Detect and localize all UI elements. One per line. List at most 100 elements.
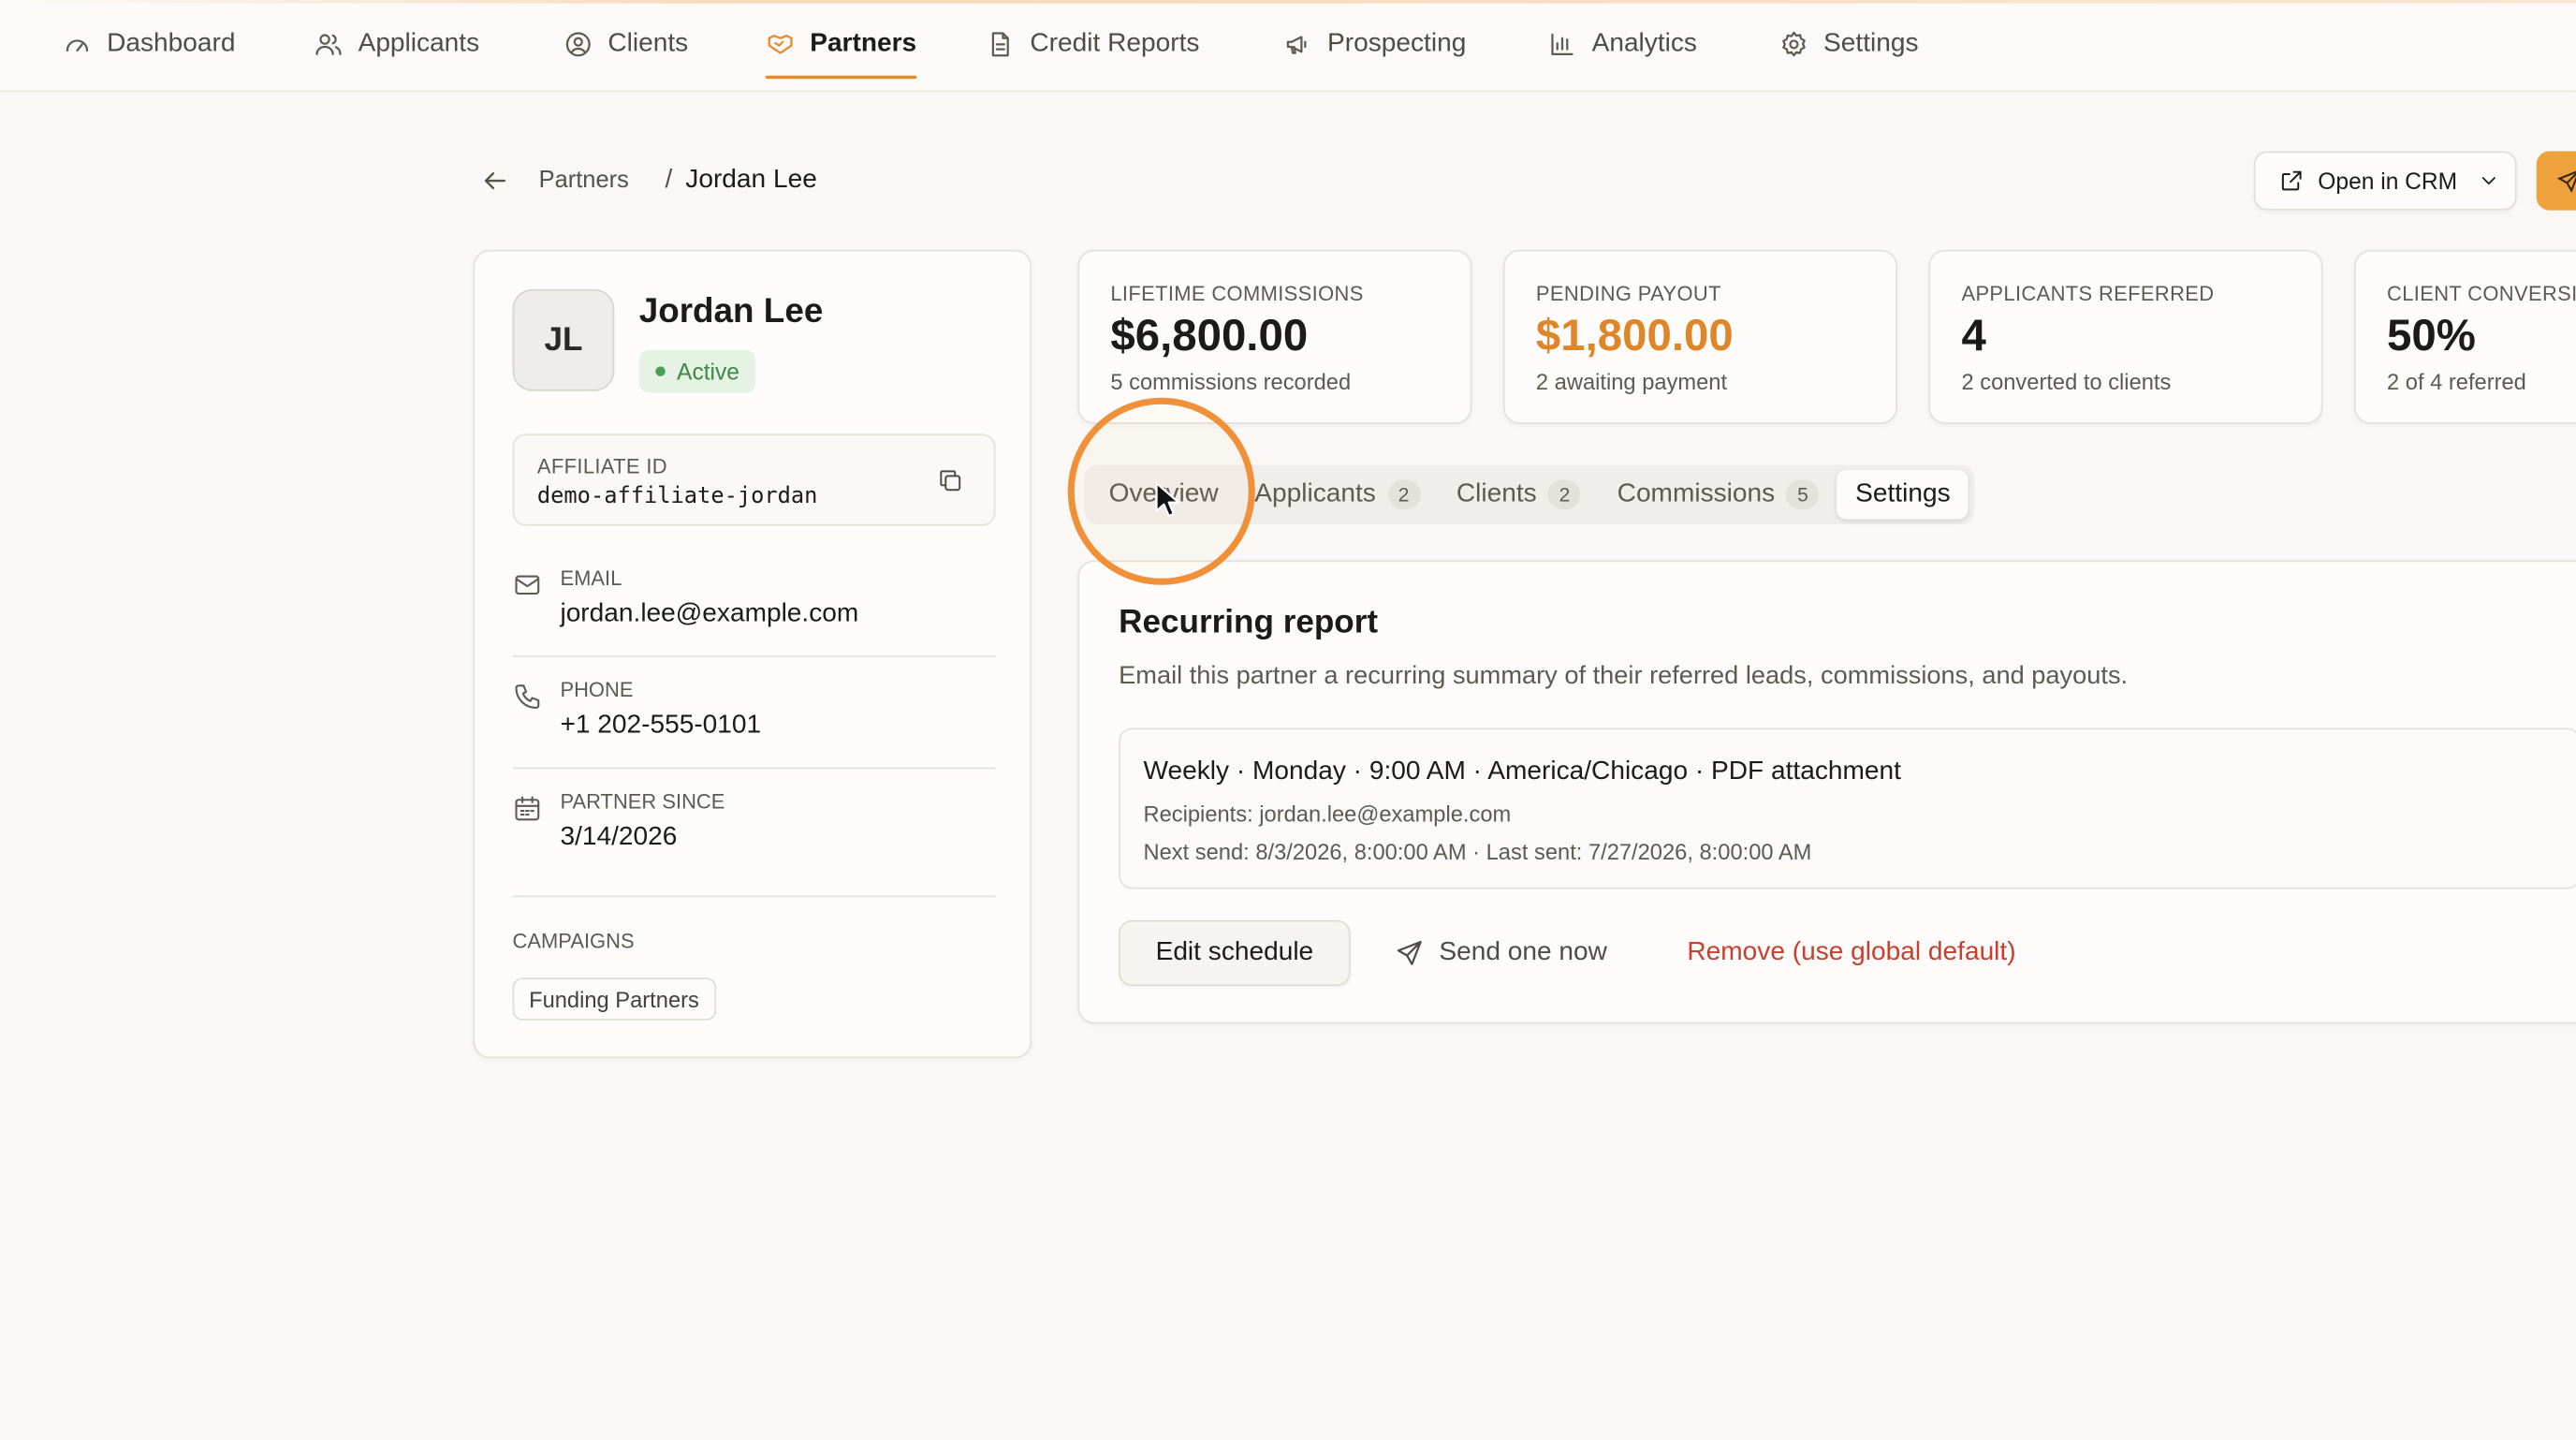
breadcrumb-current: Jordan Lee (685, 166, 817, 195)
status-dot-icon (655, 366, 666, 376)
recurring-report-description: Email this partner a recurring summary o… (1119, 662, 2129, 691)
email-value: jordan.lee@example.com (560, 599, 859, 628)
nav-item-prospecting[interactable]: Prospecting (1283, 23, 1467, 66)
schedule-recipients: Recipients: jordan.lee@example.com (1143, 801, 1512, 827)
handshake-icon (768, 35, 793, 54)
send-one-now-label: Send one now (1439, 938, 1607, 966)
campaign-chip[interactable]: Funding Partners (512, 977, 716, 1021)
bar-chart-icon (1551, 33, 1573, 56)
mouse-cursor-icon (1155, 481, 1180, 518)
calendar-icon (515, 796, 540, 821)
stat-card-applicants-referred: APPLICANTS REFERRED 4 2 converted to cli… (1928, 249, 2323, 424)
partner-since-value: 3/14/2026 (560, 823, 678, 852)
stat-label: CLIENT CONVERSIO (2387, 282, 2576, 306)
users-icon (315, 34, 342, 56)
stat-value: 4 (1961, 310, 1986, 360)
gauge-icon (66, 39, 89, 52)
breadcrumb-separator: / (665, 166, 673, 195)
top-accent-line (0, 0, 2576, 4)
partner-name: Jordan Lee (638, 292, 824, 331)
status-badge: Active (638, 349, 756, 393)
stat-value: $6,800.00 (1110, 310, 1309, 360)
status-label: Active (677, 358, 739, 385)
send-one-now-button[interactable]: Send one now (1395, 920, 1607, 986)
nav-item-partners[interactable]: Partners (765, 23, 917, 80)
nav-item-clients[interactable]: Clients (564, 23, 688, 66)
nav-item-label: Clients (607, 29, 689, 58)
nav-item-credit-reports[interactable]: Credit Reports (986, 23, 1199, 66)
remove-schedule-button[interactable]: Remove (use global default) (1687, 920, 2015, 986)
tab-settings[interactable]: Settings (1837, 469, 1969, 520)
send-icon (1397, 940, 1422, 965)
schedule-timing: Next send: 8/3/2026, 8:00:00 AM · Last s… (1143, 839, 1812, 865)
campaigns-label: CAMPAIGNS (512, 930, 635, 953)
nav-item-label: Partners (810, 29, 917, 58)
mail-icon (515, 575, 540, 595)
stat-value: $1,800.00 (1535, 310, 1734, 360)
tab-label: Settings (1855, 479, 1951, 508)
nav-item-applicants[interactable]: Applicants (314, 23, 479, 66)
send-action-button[interactable] (2536, 151, 2576, 211)
recurring-report-title: Recurring report (1119, 604, 1379, 641)
divider (512, 655, 996, 657)
chevron-down-icon (2481, 177, 2496, 184)
avatar: JL (512, 288, 615, 391)
nav-item-label: Prospecting (1327, 29, 1467, 58)
breadcrumb: Partners / Jordan Lee (479, 161, 817, 200)
recurring-report-panel: Recurring report Email this partner a re… (1077, 560, 2576, 1024)
stat-label: APPLICANTS REFERRED (1961, 282, 2215, 306)
stat-label: PENDING PAYOUT (1535, 282, 1721, 306)
nav-item-label: Settings (1823, 29, 1919, 58)
tab-label: Clients (1456, 479, 1537, 508)
schedule-summary-box: Weekly · Monday · 9:00 AM · America/Chic… (1119, 727, 2576, 889)
affiliate-id-value: demo-affiliate-jordan (536, 482, 818, 510)
tab-clients[interactable]: Clients 2 (1439, 470, 1600, 520)
partner-since-label: PARTNER SINCE (560, 790, 725, 814)
phone-value: +1 202-555-0101 (560, 711, 762, 740)
breadcrumb-partners-link[interactable]: Partners (539, 168, 629, 194)
affiliate-id-label: AFFILIATE ID (536, 455, 667, 478)
document-icon (991, 32, 1009, 57)
tab-label: Commissions (1617, 479, 1776, 508)
copy-icon[interactable] (936, 466, 964, 494)
tab-applicants[interactable]: Applicants 2 (1237, 470, 1439, 520)
gear-icon (1782, 31, 1806, 57)
open-in-crm-label: Open in CRM (2318, 168, 2458, 195)
partner-profile-card: JL Jordan Lee Active AFFILIATE ID demo-a… (473, 249, 1032, 1059)
phone-icon (515, 684, 540, 710)
stat-subtext: 2 of 4 referred (2387, 369, 2526, 395)
tab-count-badge: 2 (1547, 479, 1582, 510)
nav-item-label: Applicants (358, 29, 480, 58)
top-navigation: Dashboard Applicants Clients Partners Cr… (0, 0, 2576, 93)
tab-count-badge: 2 (1387, 479, 1421, 510)
stat-label: LIFETIME COMMISSIONS (1110, 282, 1364, 306)
schedule-summary: Weekly · Monday · 9:00 AM · America/Chic… (1143, 757, 1901, 786)
edit-schedule-button[interactable]: Edit schedule (1119, 919, 1351, 986)
send-icon (2556, 170, 2576, 194)
nav-item-settings[interactable]: Settings (1779, 23, 1919, 66)
stat-card-pending-payout: PENDING PAYOUT $1,800.00 2 awaiting paym… (1502, 249, 1898, 424)
stat-card-lifetime-commissions: LIFETIME COMMISSIONS $6,800.00 5 commiss… (1077, 249, 1472, 424)
stat-subtext: 2 awaiting payment (1535, 369, 1728, 395)
stat-value: 50% (2387, 310, 2476, 360)
nav-item-analytics[interactable]: Analytics (1547, 23, 1697, 66)
divider (512, 767, 996, 770)
external-link-icon (2281, 170, 2302, 191)
stat-subtext: 5 commissions recorded (1110, 369, 1352, 395)
tab-commissions[interactable]: Commissions 5 (1599, 470, 1837, 520)
open-in-crm-button[interactable]: Open in CRM (2253, 151, 2517, 211)
arrow-left-icon[interactable] (479, 166, 509, 196)
stat-card-client-conversion: CLIENT CONVERSIO 50% 2 of 4 referred (2353, 249, 2576, 424)
divider (512, 895, 996, 898)
nav-item-dashboard[interactable]: Dashboard (63, 23, 236, 66)
stat-subtext: 2 converted to clients (1961, 369, 2172, 395)
tab-count-badge: 5 (1786, 479, 1820, 510)
nav-item-label: Analytics (1591, 29, 1697, 58)
email-label: EMAIL (560, 566, 622, 591)
phone-label: PHONE (560, 678, 634, 702)
megaphone-icon (1286, 36, 1307, 54)
tab-label: Applicants (1254, 479, 1376, 508)
nav-active-underline (765, 75, 917, 80)
user-circle-icon (565, 32, 591, 57)
nav-item-label: Dashboard (107, 29, 236, 58)
